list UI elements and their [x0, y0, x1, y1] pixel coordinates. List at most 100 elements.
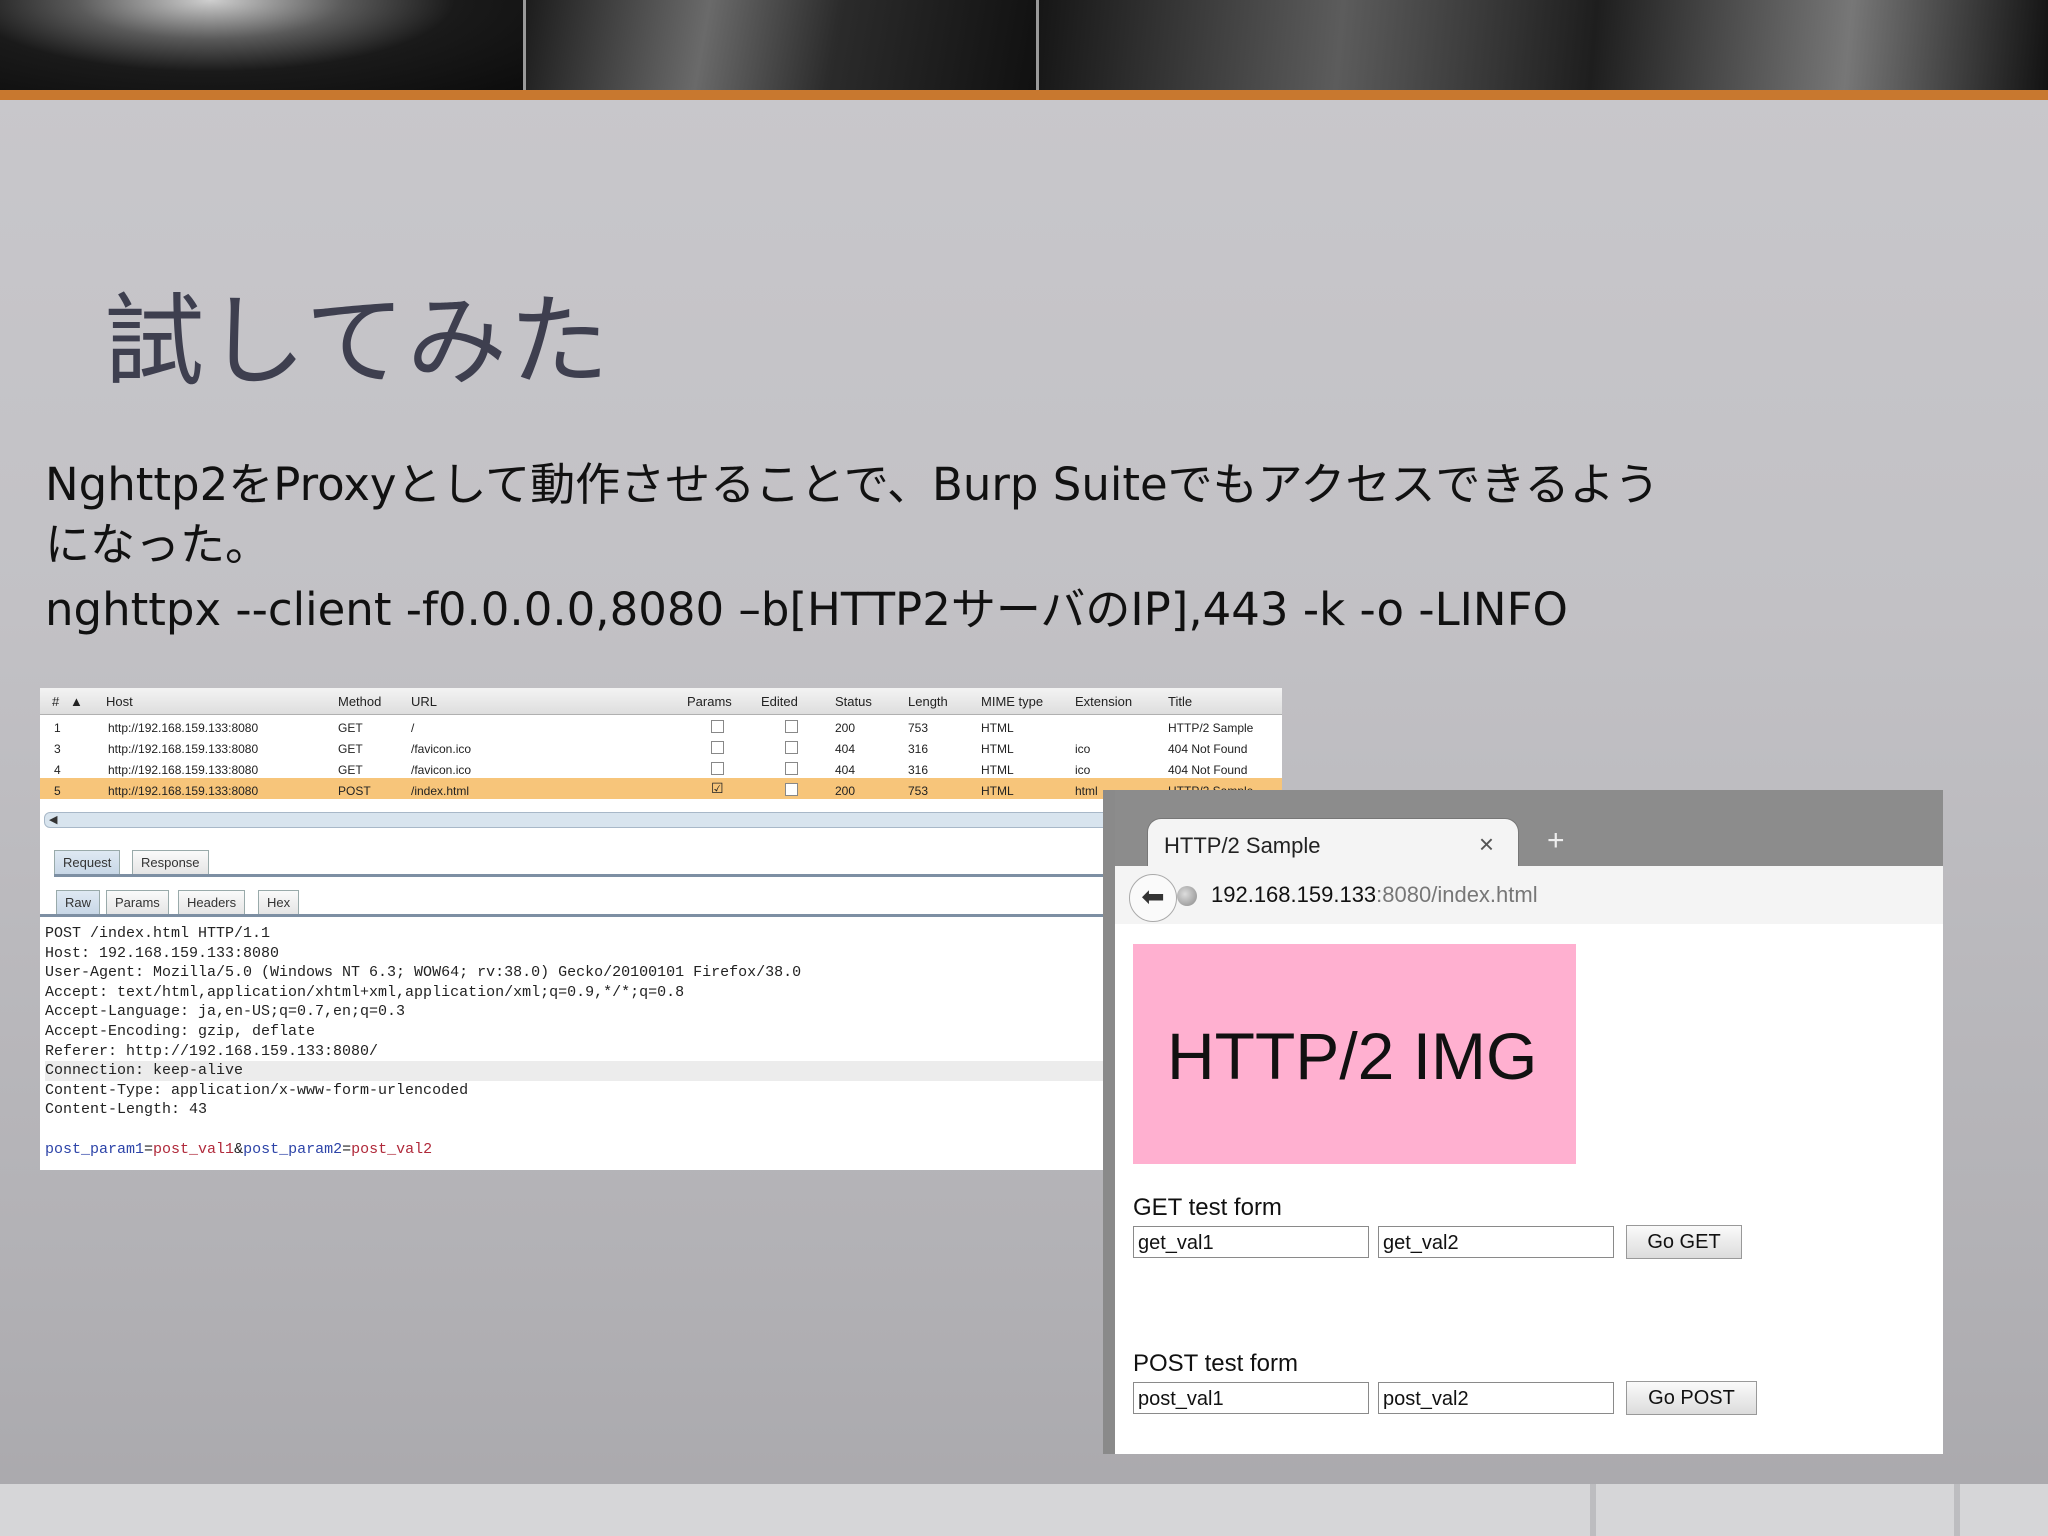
- column-header[interactable]: #: [52, 694, 59, 709]
- post-input-1[interactable]: post_val1: [1133, 1382, 1369, 1414]
- raw-line: Accept: text/html,application/xhtml+xml,…: [45, 983, 685, 1001]
- row-host: http://192.168.159.133:8080: [108, 721, 259, 735]
- row-number: 5: [54, 784, 61, 798]
- message-view-tabs: Raw Params Headers Hex: [40, 886, 1282, 917]
- tab-divider: [54, 874, 1282, 877]
- table-row[interactable]: 4 http://192.168.159.133:8080 GET /favic…: [40, 757, 1282, 778]
- body-text-line-2: になった。: [45, 518, 271, 571]
- row-title: 404 Not Found: [1168, 763, 1248, 777]
- get-input-1[interactable]: get_val1: [1133, 1226, 1369, 1258]
- banner-photo-3: [1038, 0, 2048, 92]
- raw-line: Host: 192.168.159.133:8080: [45, 944, 280, 962]
- image-text: HTTP/2 IMG: [1167, 1019, 1538, 1093]
- browser-tab[interactable]: HTTP/2 Sample ×: [1147, 818, 1519, 869]
- row-length: 316: [908, 763, 929, 777]
- column-header[interactable]: Edited: [761, 694, 798, 709]
- post-form-label: POST test form: [1133, 1350, 1298, 1377]
- post-body: post_param1=post_val1&post_param2=post_v…: [45, 1140, 1145, 1160]
- raw-line: User-Agent: Mozilla/5.0 (Windows NT 6.3;…: [45, 964, 802, 982]
- column-header[interactable]: Title: [1168, 694, 1192, 709]
- column-header[interactable]: URL: [411, 694, 437, 709]
- post-amp: &: [234, 1140, 244, 1158]
- table-row-selected[interactable]: 5 http://192.168.159.133:8080 POST /inde…: [40, 778, 1282, 799]
- navigation-bar: ⬅ 192.168.159.133:8080/index.html: [1115, 866, 1943, 925]
- row-number: 4: [54, 763, 61, 777]
- tab-raw[interactable]: Raw: [56, 890, 101, 915]
- params-checkbox[interactable]: [711, 720, 724, 736]
- request-response-tabs: Request Response: [40, 846, 1282, 877]
- get-form-label: GET test form: [1133, 1194, 1282, 1221]
- edited-checkbox[interactable]: [785, 741, 798, 757]
- column-header[interactable]: MIME type: [981, 694, 1043, 709]
- banner-photo-2: [525, 0, 1038, 92]
- browser-tab-bar: HTTP/2 Sample × +: [1115, 790, 1943, 869]
- row-method: GET: [338, 763, 363, 777]
- url-host: 192.168.159.133: [1211, 882, 1377, 907]
- params-checkbox[interactable]: [711, 741, 724, 757]
- row-host: http://192.168.159.133:8080: [108, 742, 259, 756]
- page-content: HTTP/2 IMG GET test form get_val1 get_va…: [1115, 924, 1943, 1454]
- command-line: nghttpx --client -f0.0.0.0,8080 –b[HTTP2…: [45, 583, 1568, 636]
- table-row[interactable]: 1 http://192.168.159.133:8080 GET / 200 …: [40, 715, 1282, 736]
- row-mime: HTML: [981, 742, 1014, 756]
- tab-response[interactable]: Response: [132, 850, 209, 875]
- accent-bar: [0, 90, 2048, 100]
- row-status: 404: [835, 763, 856, 777]
- column-header[interactable]: Method: [338, 694, 381, 709]
- column-header[interactable]: Length: [908, 694, 948, 709]
- tab-request[interactable]: Request: [54, 850, 121, 875]
- footer-divider: [1954, 1484, 1960, 1536]
- row-length: 753: [908, 721, 929, 735]
- column-header[interactable]: Params: [687, 694, 732, 709]
- get-input-2[interactable]: get_val2: [1378, 1226, 1614, 1258]
- post-input-2[interactable]: post_val2: [1378, 1382, 1614, 1414]
- scroll-left-icon[interactable]: ◀: [49, 813, 57, 826]
- raw-line: Content-Length: 43: [45, 1101, 208, 1119]
- burp-suite-window: # ▲ Host Method URL Params Edited Status…: [40, 688, 1282, 1170]
- go-get-button[interactable]: Go GET: [1626, 1225, 1742, 1259]
- post-eq: =: [144, 1140, 154, 1158]
- post-eq: =: [342, 1140, 352, 1158]
- back-arrow-icon[interactable]: ⬅: [1129, 874, 1177, 922]
- column-header[interactable]: Status: [835, 694, 872, 709]
- row-length: 753: [908, 784, 929, 798]
- edited-checkbox[interactable]: [785, 762, 798, 778]
- tab-headers[interactable]: Headers: [178, 890, 246, 915]
- tab-hex[interactable]: Hex: [258, 890, 300, 915]
- params-checkbox[interactable]: [711, 762, 724, 778]
- new-tab-icon[interactable]: +: [1547, 824, 1565, 858]
- edited-checkbox[interactable]: [785, 783, 798, 799]
- tab-params[interactable]: Params: [106, 890, 169, 915]
- raw-line: POST /index.html HTTP/1.1: [45, 925, 271, 942]
- header-banner-image: [0, 0, 2048, 92]
- table-row[interactable]: 3 http://192.168.159.133:8080 GET /favic…: [40, 736, 1282, 757]
- column-header[interactable]: Host: [106, 694, 133, 709]
- row-number: 3: [54, 742, 61, 756]
- row-mime: HTML: [981, 763, 1014, 777]
- params-checkbox-checked[interactable]: ☑: [711, 780, 724, 797]
- address-bar[interactable]: 192.168.159.133:8080/index.html: [1211, 882, 1538, 908]
- row-url: /: [411, 721, 415, 735]
- row-length: 316: [908, 742, 929, 756]
- row-extension: html: [1075, 784, 1098, 798]
- row-mime: HTML: [981, 721, 1014, 735]
- raw-request-text[interactable]: POST /index.html HTTP/1.1 Host: 192.168.…: [45, 924, 1145, 1159]
- firefox-window: HTTP/2 Sample × + ⬅ 192.168.159.133:8080…: [1103, 790, 1943, 1454]
- post-value: post_val1: [153, 1140, 235, 1158]
- banner-photo-1: [0, 0, 525, 92]
- raw-line-highlighted: Connection: keep-alive: [45, 1061, 1145, 1081]
- row-method: GET: [338, 742, 363, 756]
- raw-line: Content-Type: application/x-www-form-url…: [45, 1081, 469, 1099]
- column-header[interactable]: Extension: [1075, 694, 1132, 709]
- horizontal-scrollbar[interactable]: ◀: [44, 812, 1282, 828]
- tab-divider: [40, 914, 1282, 917]
- row-method: GET: [338, 721, 363, 735]
- post-key: post_param2: [243, 1140, 343, 1158]
- edited-checkbox[interactable]: [785, 720, 798, 736]
- raw-line: Accept-Language: ja,en-US;q=0.7,en;q=0.3: [45, 1003, 406, 1021]
- go-post-button[interactable]: Go POST: [1626, 1381, 1757, 1415]
- row-extension: ico: [1075, 742, 1091, 756]
- close-icon[interactable]: ×: [1479, 829, 1494, 860]
- row-host: http://192.168.159.133:8080: [108, 784, 259, 798]
- row-url: /favicon.ico: [411, 742, 472, 756]
